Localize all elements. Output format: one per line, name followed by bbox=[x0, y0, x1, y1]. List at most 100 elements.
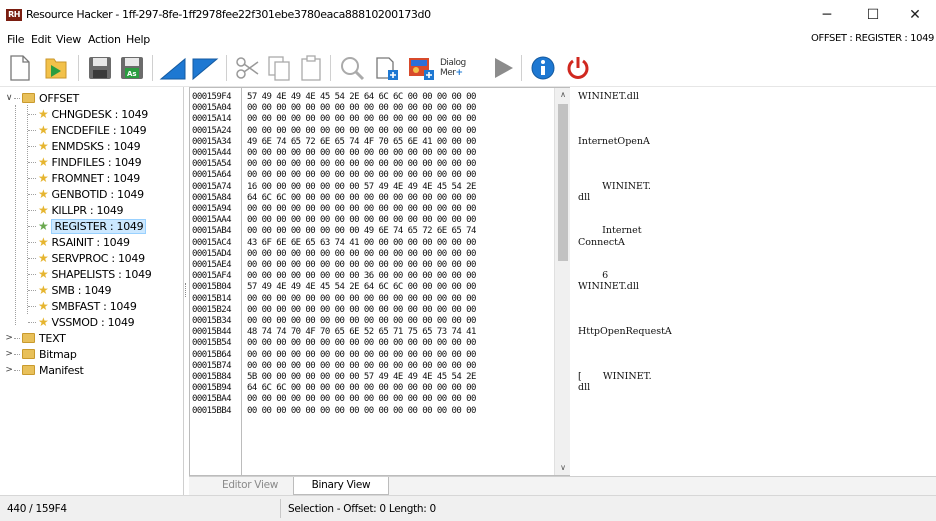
tree-node-label: TEXT bbox=[39, 331, 66, 345]
hex-bytes-row[interactable]: 57 49 4E 49 4E 45 54 2E 64 6C 6C 00 00 0… bbox=[247, 282, 476, 293]
cut-icon[interactable] bbox=[231, 52, 263, 84]
scrollbar-thumb[interactable] bbox=[558, 104, 568, 261]
minimize-button[interactable]: ─ bbox=[806, 0, 848, 30]
hex-bytes-row[interactable]: 00 00 00 00 00 00 00 00 00 00 00 00 00 0… bbox=[247, 204, 476, 215]
hex-address: 00015B54 bbox=[192, 338, 232, 349]
tree-node-label: Manifest bbox=[39, 363, 84, 377]
scroll-up-icon[interactable]: ∧ bbox=[555, 88, 571, 102]
hex-bytes-row[interactable]: 43 6F 6E 6E 65 63 74 41 00 00 00 00 00 0… bbox=[247, 238, 476, 249]
hex-bytes-row[interactable]: 49 6E 74 65 72 6E 65 74 4F 70 65 6E 41 0… bbox=[247, 137, 476, 148]
expand-chevron-icon[interactable]: > bbox=[4, 349, 14, 359]
hex-bytes-row[interactable]: 00 00 00 00 00 00 00 00 00 00 00 00 00 0… bbox=[247, 126, 476, 137]
hex-bytes-row[interactable]: 00 00 00 00 00 00 00 00 00 00 00 00 00 0… bbox=[247, 350, 476, 361]
search-icon[interactable] bbox=[336, 52, 368, 84]
ascii-row[interactable]: InternetOpenA bbox=[578, 136, 650, 147]
splitter-grip[interactable] bbox=[185, 283, 187, 297]
ascii-row[interactable]: ConnectA bbox=[578, 237, 625, 248]
collapse-chevron-icon[interactable]: ∨ bbox=[4, 93, 14, 103]
hex-bytes-row[interactable]: 00 00 00 00 00 00 00 00 00 00 00 00 00 0… bbox=[247, 114, 476, 125]
hex-bytes-row[interactable]: 00 00 00 00 00 00 00 00 00 00 00 00 00 0… bbox=[247, 406, 476, 417]
maximize-button[interactable]: ☐ bbox=[852, 0, 894, 30]
ascii-view[interactable]: WININET.dll InternetOpenA WININET. dll Int… bbox=[570, 87, 936, 476]
menu-help[interactable]: Help bbox=[126, 33, 150, 46]
hex-bytes-row[interactable]: 00 00 00 00 00 00 00 00 00 00 00 00 00 0… bbox=[247, 249, 476, 260]
tab-binary-view[interactable]: Binary View bbox=[293, 477, 389, 495]
ascii-row[interactable]: HttpOpenRequestA bbox=[578, 326, 672, 337]
hex-bytes-row[interactable]: 00 00 00 00 00 00 00 00 00 00 00 00 00 0… bbox=[247, 305, 476, 316]
ascii-row[interactable]: WININET.dll bbox=[578, 91, 639, 102]
hex-bytes-row[interactable]: 64 6C 6C 00 00 00 00 00 00 00 00 00 00 0… bbox=[247, 193, 476, 204]
hex-bytes-row[interactable]: 00 00 00 00 00 00 00 00 00 00 00 00 00 0… bbox=[247, 316, 476, 327]
ascii-row[interactable]: 6 bbox=[578, 270, 608, 281]
dialog-merge-label-line2: Mer+ bbox=[440, 68, 463, 78]
hex-address: 00015AC4 bbox=[192, 237, 232, 248]
hex-address: 00015B94 bbox=[192, 383, 232, 394]
ascii-row[interactable]: Internet bbox=[578, 225, 641, 236]
hex-bytes-row[interactable]: 16 00 00 00 00 00 00 00 57 49 4E 49 4E 4… bbox=[247, 182, 476, 193]
star-icon: ★ bbox=[38, 283, 49, 297]
hex-bytes-row[interactable]: 64 6C 6C 00 00 00 00 00 00 00 00 00 00 0… bbox=[247, 383, 476, 394]
hex-bytes-row[interactable]: 00 00 00 00 00 00 00 00 00 00 00 00 00 0… bbox=[247, 148, 476, 159]
tree-line bbox=[28, 145, 36, 147]
scroll-down-icon[interactable]: ∨ bbox=[555, 461, 571, 475]
vertical-scrollbar[interactable]: ∧ ∨ bbox=[554, 88, 570, 475]
dialog-merge-icon[interactable]: Dialog Mer+ bbox=[440, 52, 476, 84]
tree-item-label: FROMNET : 1049 bbox=[51, 171, 140, 185]
paste-icon[interactable] bbox=[295, 52, 327, 84]
hex-bytes-row[interactable]: 00 00 00 00 00 00 00 00 00 00 00 00 00 0… bbox=[247, 103, 476, 114]
tree-item-label: KILLPR : 1049 bbox=[51, 203, 124, 217]
hex-address: 00015AD4 bbox=[192, 248, 232, 259]
menu-edit[interactable]: Edit bbox=[31, 33, 51, 46]
ascii-row[interactable]: dll bbox=[578, 382, 590, 393]
hex-bytes-row[interactable]: 00 00 00 00 00 00 00 00 00 00 00 00 00 0… bbox=[247, 260, 476, 271]
toolbar-separator bbox=[226, 55, 227, 81]
hex-bytes-row[interactable]: 00 00 00 00 00 00 00 00 00 00 00 00 00 0… bbox=[247, 170, 476, 181]
tree-line bbox=[28, 129, 36, 131]
new-file-icon[interactable] bbox=[4, 52, 36, 84]
hex-bytes-row[interactable]: 00 00 00 00 00 00 00 00 00 00 00 00 00 0… bbox=[247, 394, 476, 405]
add-resource-icon[interactable] bbox=[371, 52, 403, 84]
power-icon[interactable] bbox=[562, 52, 594, 84]
play-icon[interactable] bbox=[487, 52, 519, 84]
hex-bytes-row[interactable]: 00 00 00 00 00 00 00 00 00 00 00 00 00 0… bbox=[247, 294, 476, 305]
status-position: 440 / 159F4 bbox=[7, 503, 67, 515]
info-icon[interactable] bbox=[527, 52, 559, 84]
pane-splitter[interactable] bbox=[184, 87, 188, 495]
menu-file[interactable]: File bbox=[7, 33, 25, 46]
hex-bytes-row[interactable]: 57 49 4E 49 4E 45 54 2E 64 6C 6C 00 00 0… bbox=[247, 92, 476, 103]
save-as-icon[interactable]: As bbox=[116, 52, 148, 84]
star-icon: ★ bbox=[38, 267, 49, 281]
hex-bytes-row[interactable]: 00 00 00 00 00 00 00 00 00 00 00 00 00 0… bbox=[247, 338, 476, 349]
hex-bytes-row[interactable]: 00 00 00 00 00 00 00 00 00 00 00 00 00 0… bbox=[247, 159, 476, 170]
hex-address: 00015AA4 bbox=[192, 215, 232, 226]
expand-chevron-icon[interactable]: > bbox=[4, 365, 14, 375]
menu-view[interactable]: View bbox=[56, 33, 81, 46]
hex-bytes-row[interactable]: 00 00 00 00 00 00 00 00 00 00 00 00 00 0… bbox=[247, 215, 476, 226]
toolbar-separator bbox=[521, 55, 522, 81]
hex-bytes-row[interactable]: 00 00 00 00 00 00 00 00 49 6E 74 65 72 6… bbox=[247, 226, 476, 237]
open-folder-icon[interactable] bbox=[40, 52, 72, 84]
menu-action[interactable]: Action bbox=[88, 33, 121, 46]
byte-column[interactable]: 57 49 4E 49 4E 45 54 2E 64 6C 6C 00 00 0… bbox=[243, 88, 554, 475]
back-arrow-icon[interactable] bbox=[157, 52, 189, 84]
close-button[interactable]: ✕ bbox=[894, 0, 936, 30]
hex-bytes-row[interactable]: 48 74 74 70 4F 70 65 6E 52 65 71 75 65 7… bbox=[247, 327, 476, 338]
ascii-row[interactable]: WININET. bbox=[578, 181, 651, 192]
expand-chevron-icon[interactable]: > bbox=[4, 333, 14, 343]
dialog-image-icon[interactable] bbox=[405, 52, 437, 84]
tree-line bbox=[28, 305, 36, 307]
ascii-row[interactable]: WININET.dll bbox=[578, 281, 639, 292]
ascii-row[interactable]: dll bbox=[578, 192, 590, 203]
tree-node-manifest[interactable]: > Manifest bbox=[4, 361, 84, 379]
forward-arrow-icon[interactable] bbox=[189, 52, 221, 84]
hex-bytes-row[interactable]: 5B 00 00 00 00 00 00 00 57 49 4E 49 4E 4… bbox=[247, 372, 476, 383]
hex-bytes-row[interactable]: 00 00 00 00 00 00 00 00 36 00 00 00 00 0… bbox=[247, 271, 476, 282]
save-icon[interactable] bbox=[84, 52, 116, 84]
tree-line bbox=[28, 225, 36, 227]
hex-bytes-row[interactable]: 00 00 00 00 00 00 00 00 00 00 00 00 00 0… bbox=[247, 361, 476, 372]
tab-editor-view[interactable]: Editor View bbox=[207, 477, 293, 495]
copy-icon[interactable] bbox=[263, 52, 295, 84]
tree-line bbox=[28, 273, 36, 275]
hex-view[interactable]: 000159F4 00015A04 00015A14 00015A24 00015A34… bbox=[189, 87, 570, 476]
ascii-row[interactable]: [ WININET. bbox=[578, 371, 652, 382]
